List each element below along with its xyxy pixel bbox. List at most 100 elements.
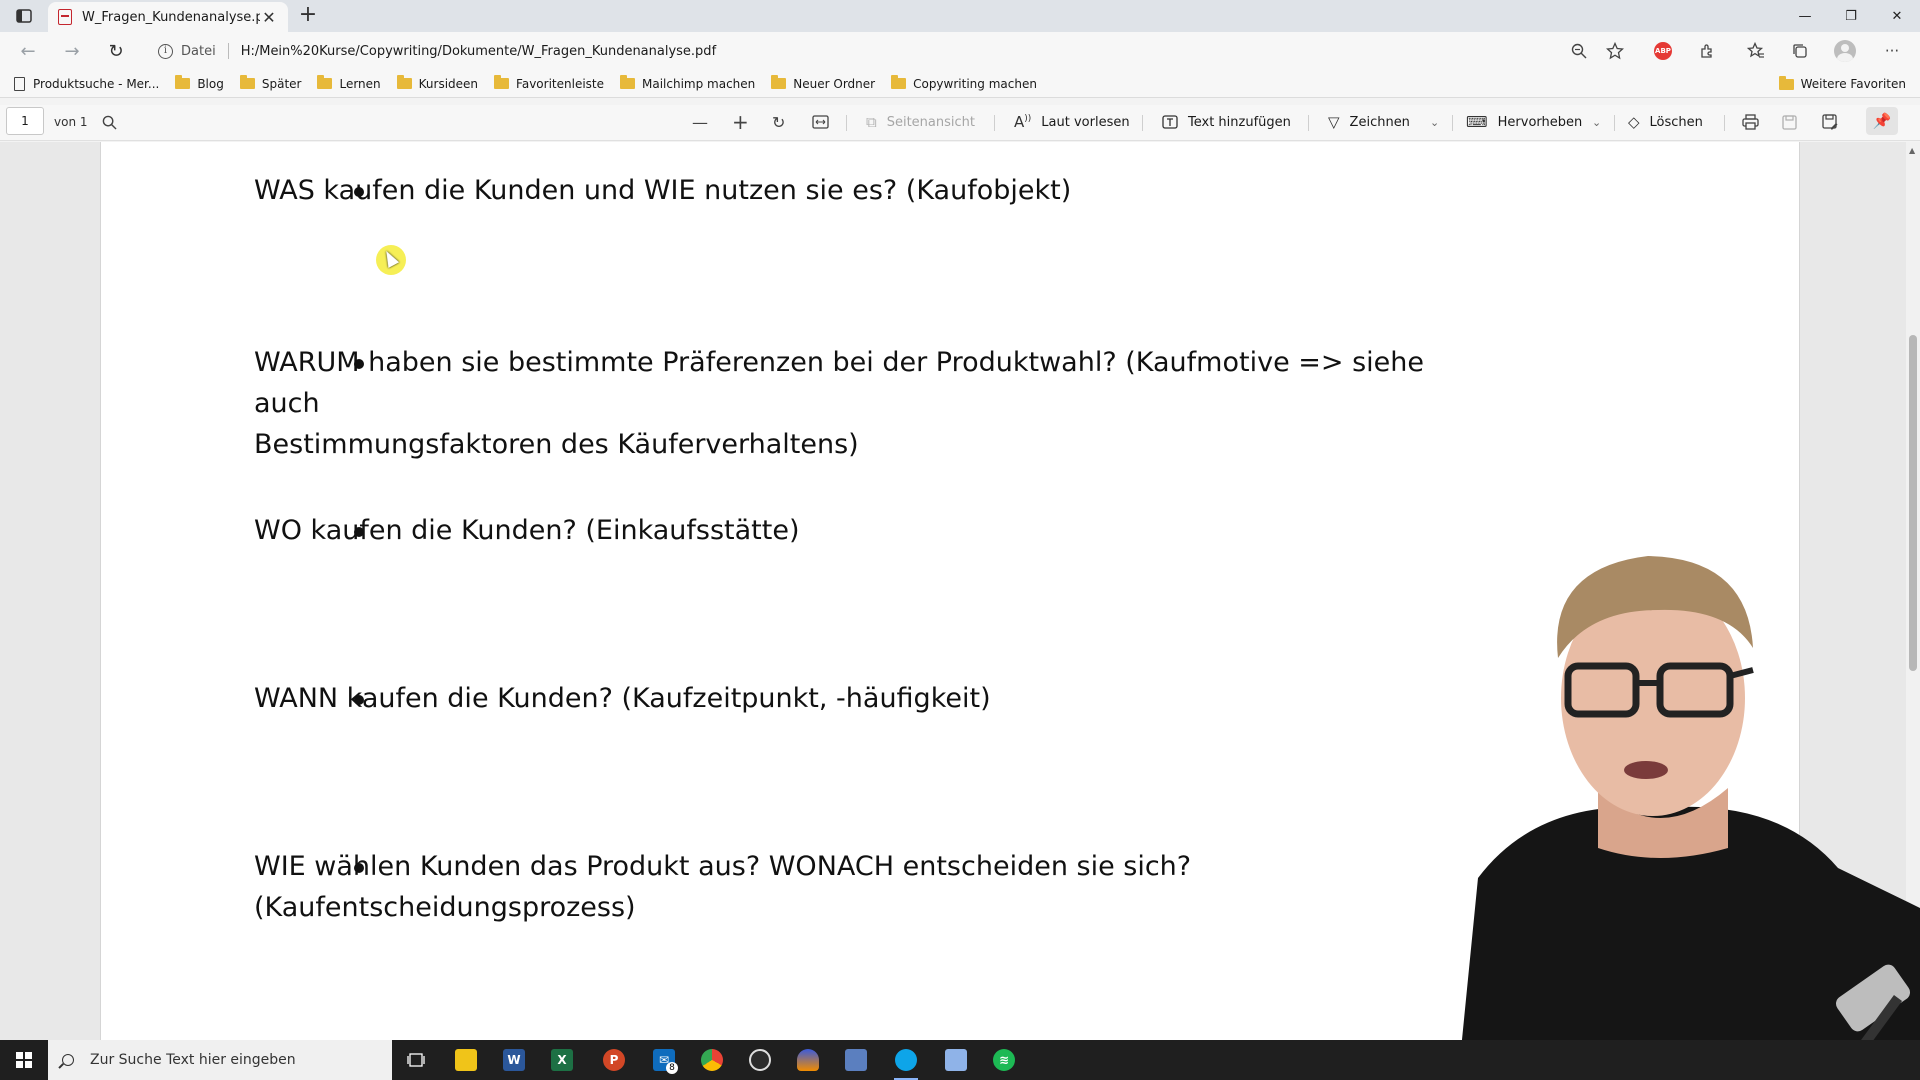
bookmark-folder[interactable]: Neuer Ordner <box>771 75 876 91</box>
favorites-icon[interactable] <box>1745 40 1767 62</box>
erase-button[interactable]: ◇ Löschen <box>1628 111 1703 133</box>
reload-button[interactable]: ↻ <box>102 38 130 64</box>
file-explorer-app[interactable] <box>446 1044 486 1076</box>
webcam-overlay <box>1398 548 1920 1080</box>
start-button[interactable] <box>0 1040 48 1080</box>
obs-icon <box>749 1049 771 1071</box>
notepad-app[interactable] <box>936 1044 976 1076</box>
highlight-options-chevron-down-icon[interactable]: ⌄ <box>1592 111 1601 133</box>
app-launcher[interactable] <box>788 1044 828 1076</box>
edge-app[interactable] <box>886 1044 926 1080</box>
list-item: WIE wählen Kunden das Produkt aus? WONAC… <box>101 846 1481 928</box>
mail-app[interactable]: ✉ 8 <box>644 1044 684 1076</box>
address-input[interactable]: i Datei H:/Mein%20Kurse/Copywriting/Doku… <box>148 36 1618 66</box>
draw-options-chevron-down-icon[interactable]: ⌄ <box>1430 111 1439 133</box>
tab-pdf-document[interactable]: W_Fragen_Kundenanalyse.pdf ✕ <box>48 2 288 32</box>
toolbar-divider <box>1614 115 1615 131</box>
bookmark-folder[interactable]: Blog <box>175 75 224 91</box>
folder-icon <box>317 75 333 89</box>
page-view-label: Seitenansicht <box>886 114 975 130</box>
word-icon: W <box>503 1049 525 1071</box>
settings-menu-icon[interactable]: ··· <box>1881 40 1903 62</box>
bookmark-folder[interactable]: Copywriting machen <box>891 75 1037 91</box>
snipping-app[interactable] <box>836 1044 876 1076</box>
scroll-up-icon[interactable]: ▲ <box>1909 146 1915 155</box>
url-scheme-label: Datei <box>181 43 216 59</box>
draw-icon: ▽ <box>1328 113 1340 131</box>
bookmark-folder[interactable]: Lernen <box>317 75 381 91</box>
arrow-left-icon: ← <box>20 40 36 62</box>
list-item: WANN kaufen die Kunden? (Kaufzeitpunkt, … <box>101 678 1481 719</box>
obs-app[interactable] <box>740 1044 780 1076</box>
rotate-button[interactable]: ↻ <box>772 111 785 133</box>
bookmark-folder[interactable]: Später <box>239 75 301 91</box>
info-icon: i <box>158 43 173 59</box>
add-favorite-icon[interactable] <box>1604 40 1626 62</box>
taskbar-search-input[interactable]: Zur Suche Text hier eingeben <box>48 1040 392 1080</box>
folder-icon <box>771 75 787 89</box>
notepad-icon <box>945 1049 967 1071</box>
draw-button[interactable]: ▽ Zeichnen <box>1328 111 1410 133</box>
list-item-text: WIE wählen Kunden das Produkt aus? WONAC… <box>254 851 1192 882</box>
save-button[interactable] <box>1782 111 1797 133</box>
read-aloud-button[interactable]: A)) Laut vorlesen <box>1014 111 1130 133</box>
page-view-icon: ⧉ <box>866 113 877 131</box>
list-item-text: WO kaufen die Kunden? (Einkaufsstätte) <box>254 515 800 546</box>
page-count-label: von 1 <box>54 115 88 129</box>
excel-app[interactable]: X <box>542 1044 582 1076</box>
forward-button[interactable]: → <box>58 38 86 64</box>
profile-avatar[interactable] <box>1834 40 1856 62</box>
word-app[interactable]: W <box>494 1044 534 1076</box>
adblock-extension-icon[interactable]: ABP <box>1652 40 1674 62</box>
url-text: H:/Mein%20Kurse/Copywriting/Dokumente/W_… <box>240 43 717 59</box>
bookmark-label: Copywriting machen <box>913 76 1037 91</box>
back-button[interactable]: ← <box>14 38 42 64</box>
print-button[interactable] <box>1742 111 1759 133</box>
bookmark-label: Favoritenleiste <box>516 76 604 91</box>
task-view-button[interactable] <box>396 1044 436 1076</box>
spotify-icon: ≋ <box>993 1049 1015 1071</box>
folder-icon <box>1778 75 1794 90</box>
tab-actions-button[interactable] <box>10 6 38 26</box>
app-icon <box>797 1049 819 1071</box>
fit-page-button[interactable] <box>812 111 829 133</box>
bookmark-folder[interactable]: Mailchimp machen <box>620 75 755 91</box>
bookmark-folder[interactable]: Kursideen <box>396 75 478 91</box>
pin-toolbar-button[interactable]: 📌 <box>1866 107 1898 135</box>
excel-icon: X <box>551 1049 573 1071</box>
folder-icon <box>396 75 412 89</box>
find-button[interactable] <box>102 111 117 133</box>
folder-icon <box>891 75 907 89</box>
save-icon <box>1782 114 1797 130</box>
bookmark-item[interactable]: Produktsuche - Mer... <box>14 76 159 91</box>
minimize-button[interactable]: — <box>1782 0 1828 32</box>
toolbar-divider <box>1142 115 1143 131</box>
bookmark-label: Neuer Ordner <box>793 76 876 91</box>
search-icon <box>102 115 117 130</box>
page-view-button[interactable]: ⧉ Seitenansicht <box>866 111 975 133</box>
bookmark-folder[interactable]: Favoritenleiste <box>494 75 604 91</box>
erase-label: Löschen <box>1649 114 1703 130</box>
save-as-icon <box>1822 114 1838 130</box>
zoom-out-button[interactable]: — <box>692 111 708 133</box>
collections-icon[interactable] <box>1789 40 1811 62</box>
list-item-text: WAS kaufen die Kunden und WIE nutzen sie… <box>254 175 1072 206</box>
zoom-in-button[interactable]: + <box>732 110 749 134</box>
folder-icon <box>455 1049 477 1071</box>
highlight-label: Hervorheben <box>1497 114 1583 130</box>
highlight-button[interactable]: ⌨ Hervorheben <box>1466 111 1582 133</box>
powerpoint-app[interactable]: P <box>594 1044 634 1076</box>
zoom-icon[interactable] <box>1568 40 1590 62</box>
other-favorites-folder[interactable]: Weitere Favoriten <box>1778 75 1906 91</box>
save-as-button[interactable] <box>1822 111 1838 133</box>
chrome-app[interactable] <box>692 1044 732 1076</box>
page-number-input[interactable]: 1 <box>6 107 44 135</box>
window-close-button[interactable]: ✕ <box>1874 0 1920 32</box>
reload-icon: ↻ <box>108 40 124 62</box>
restore-button[interactable]: ❐ <box>1828 0 1874 32</box>
add-text-button[interactable]: Text hinzufügen <box>1162 111 1291 133</box>
tab-close-icon[interactable]: ✕ <box>260 8 278 27</box>
spotify-app[interactable]: ≋ <box>984 1044 1024 1076</box>
new-tab-button[interactable]: + <box>296 4 320 28</box>
extensions-icon[interactable] <box>1696 40 1718 62</box>
